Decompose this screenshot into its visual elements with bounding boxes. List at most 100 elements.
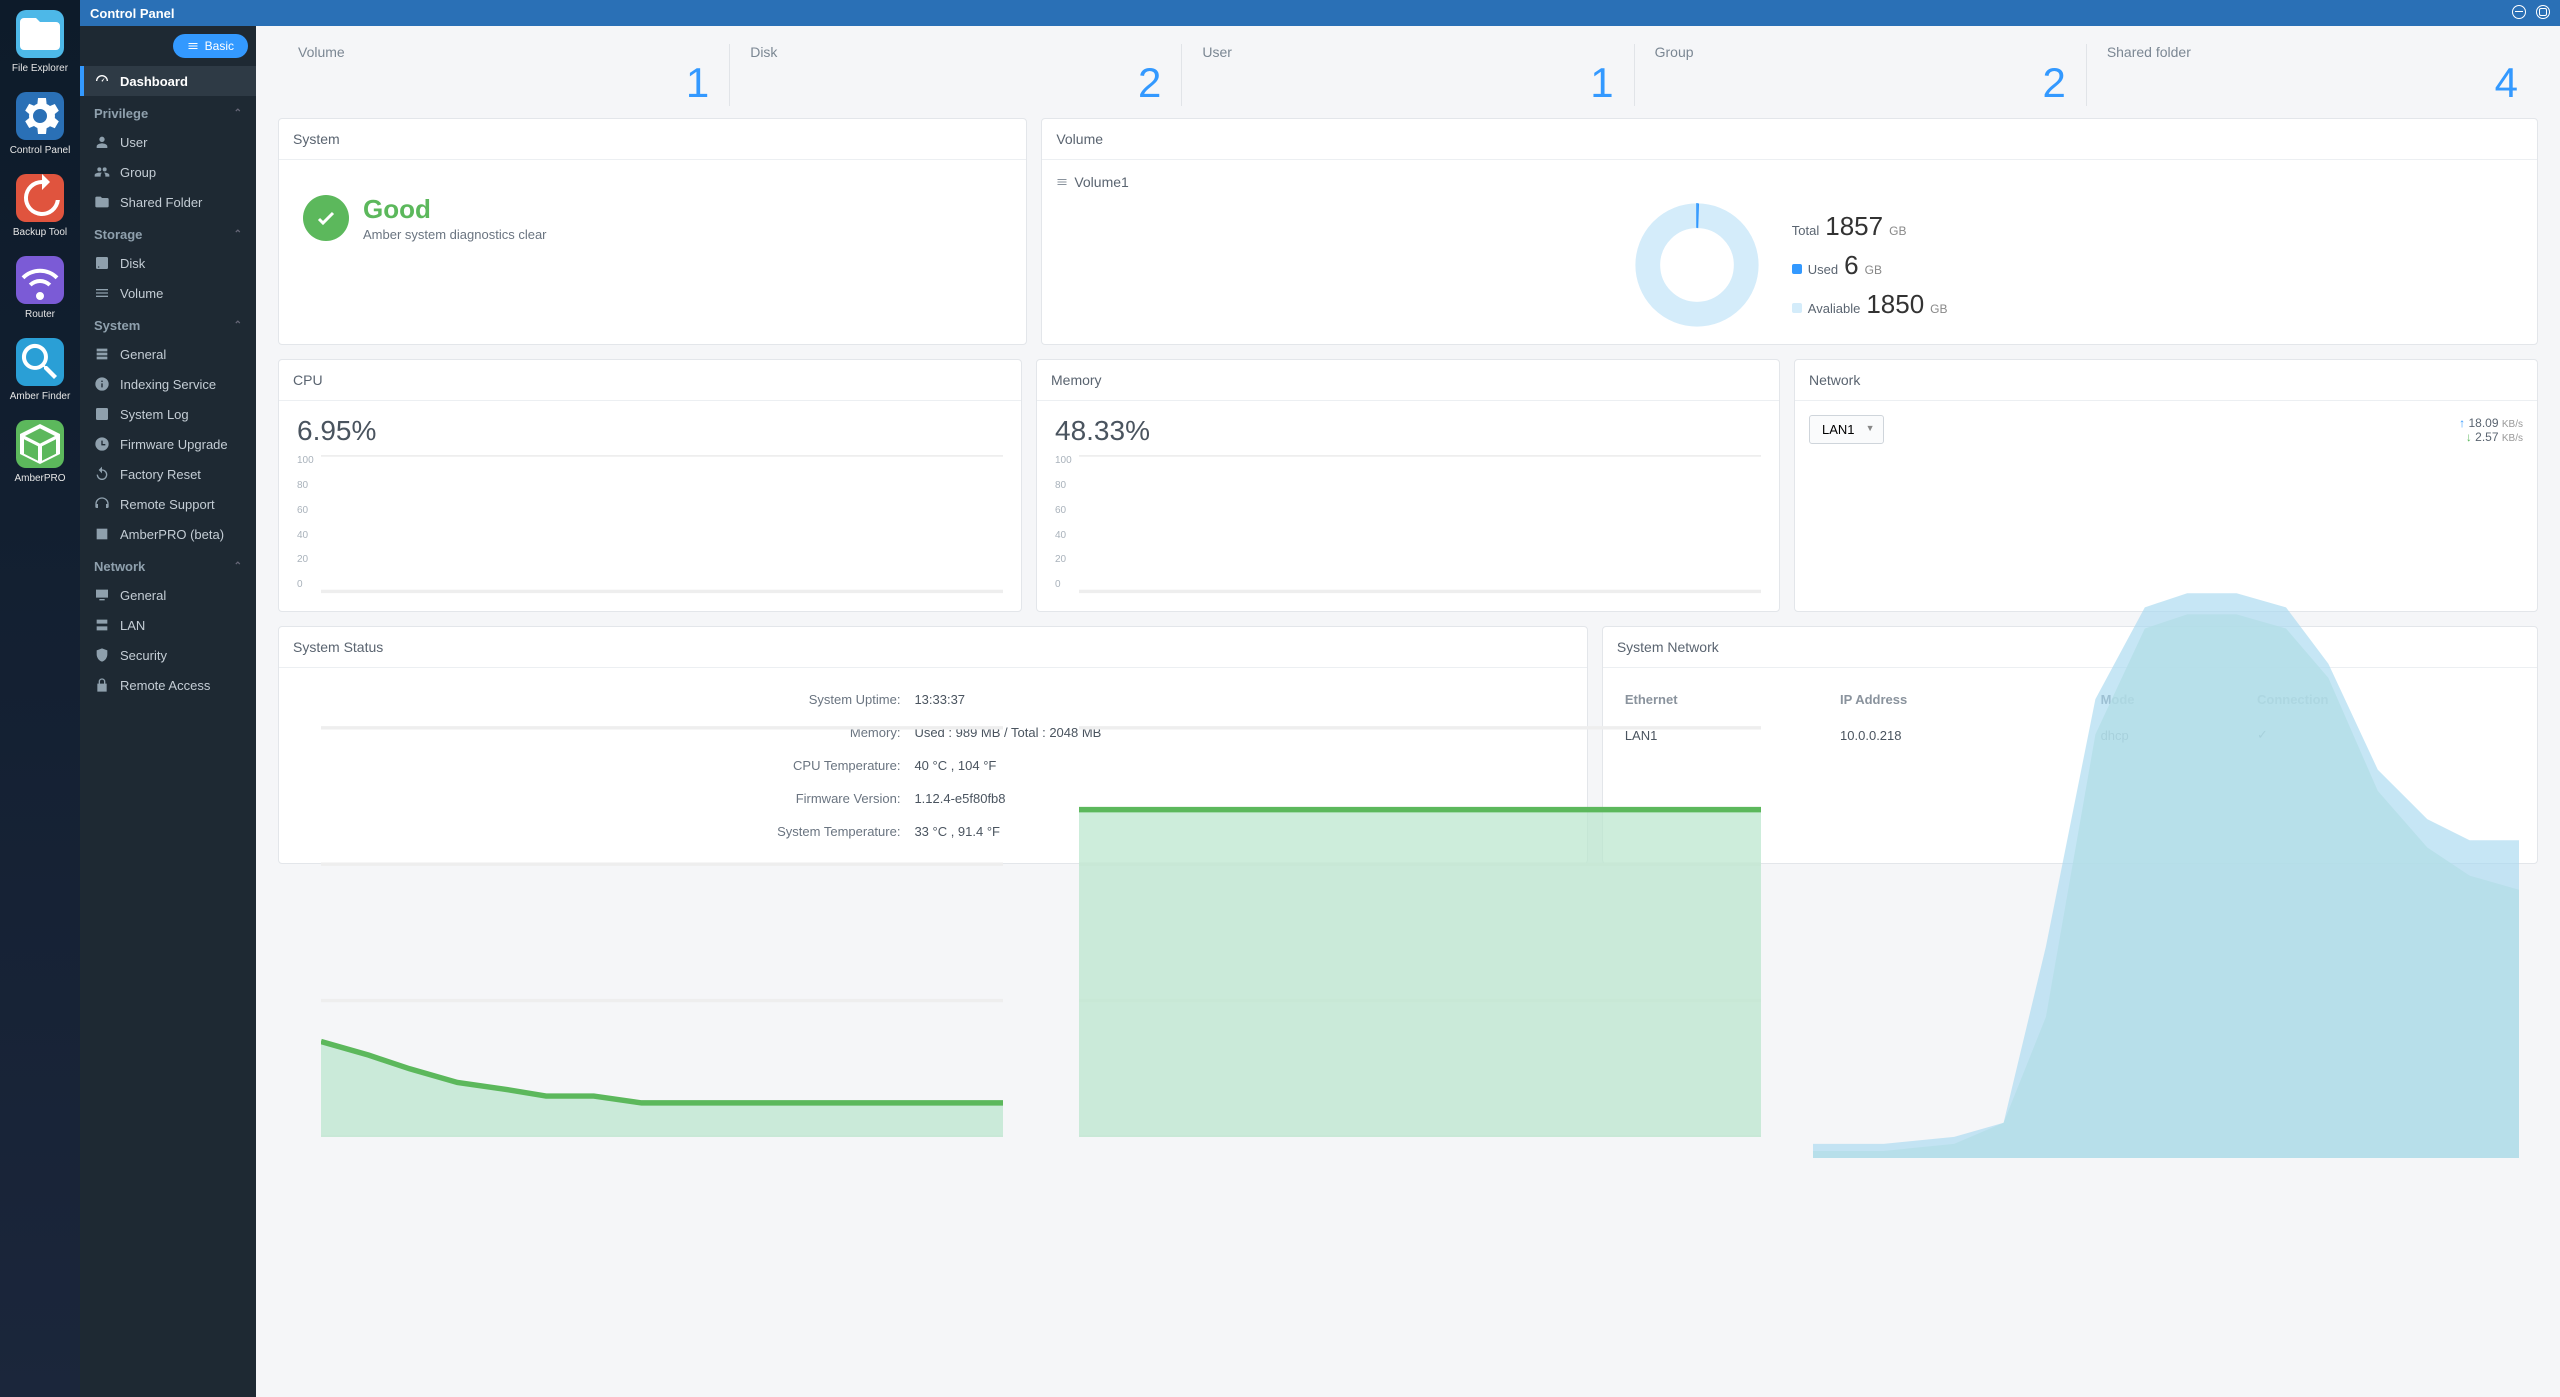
beta-icon — [94, 526, 110, 542]
reset-icon — [94, 466, 110, 482]
check-circle-icon — [303, 195, 349, 241]
dock: File Explorer Control Panel Backup Tool … — [0, 0, 80, 1397]
log-icon — [94, 406, 110, 422]
memory-card: Memory 48.33% 100806040200 — [1036, 359, 1780, 612]
sidebar-item-disk[interactable]: Disk — [80, 248, 256, 278]
clock-icon — [16, 174, 64, 222]
cpu-value: 6.95% — [293, 415, 1007, 447]
dock-item-control-panel[interactable]: Control Panel — [5, 92, 75, 156]
volume-name-row: Volume1 — [1056, 174, 2523, 190]
volume-legend: Total 1857 GB Used 6 GB Avaliable 1850 G… — [1792, 203, 1948, 328]
sidebar-item-amberpro-beta[interactable]: AmberPRO (beta) — [80, 519, 256, 549]
sidebar-item-remote-access[interactable]: Remote Access — [80, 670, 256, 700]
sidebar-section-privilege[interactable]: Privilege⌃ — [80, 96, 256, 127]
sidebar-item-user[interactable]: User — [80, 127, 256, 157]
network-chart — [1813, 452, 2519, 1158]
sidebar-item-shared-folder[interactable]: Shared Folder — [80, 187, 256, 217]
stat-volume[interactable]: Volume1 — [278, 44, 730, 106]
support-icon — [94, 496, 110, 512]
system-status-value: Good — [363, 194, 547, 225]
stat-user[interactable]: User1 — [1182, 44, 1634, 106]
shield-icon — [94, 647, 110, 663]
volume-donut-chart — [1632, 200, 1762, 330]
dock-item-router[interactable]: Router — [5, 256, 75, 320]
sidebar-section-network[interactable]: Network⌃ — [80, 549, 256, 580]
dock-label: AmberPRO — [14, 473, 65, 484]
list-icon — [1056, 176, 1068, 188]
dock-item-amberpro[interactable]: AmberPRO — [5, 420, 75, 484]
sidebar-item-dashboard[interactable]: Dashboard — [80, 66, 256, 96]
window-title: Control Panel — [90, 6, 175, 21]
sidebar-item-security[interactable]: Security — [80, 640, 256, 670]
stat-shared-folder[interactable]: Shared folder4 — [2087, 44, 2538, 106]
cpu-card: CPU 6.95% 100806040200 — [278, 359, 1022, 612]
basic-mode-label: Basic — [205, 39, 234, 53]
stats-row: Volume1 Disk2 User1 Group2 Shared folder… — [256, 26, 2560, 118]
sidebar-item-indexing[interactable]: Indexing Service — [80, 369, 256, 399]
chevron-up-icon: ⌃ — [234, 561, 242, 572]
sidebar-item-net-general[interactable]: General — [80, 580, 256, 610]
list-icon — [187, 40, 199, 52]
group-icon — [94, 164, 110, 180]
card-title: System — [279, 119, 1026, 160]
legend-swatch-used — [1792, 264, 1802, 274]
lan-icon — [94, 617, 110, 633]
dock-label: Amber Finder — [10, 391, 71, 402]
titlebar: Control Panel — [80, 0, 2560, 26]
chevron-up-icon: ⌃ — [234, 229, 242, 240]
folder-icon — [16, 10, 64, 58]
sidebar-item-remote-support[interactable]: Remote Support — [80, 489, 256, 519]
card-title: Network — [1795, 360, 2537, 401]
cpu-chart — [321, 455, 1003, 1137]
sidebar-item-lan[interactable]: LAN — [80, 610, 256, 640]
stat-group[interactable]: Group2 — [1635, 44, 2087, 106]
user-icon — [94, 134, 110, 150]
card-title: Memory — [1037, 360, 1779, 401]
legend-swatch-available — [1792, 303, 1802, 313]
card-title: Volume — [1042, 119, 2537, 160]
dock-label: File Explorer — [12, 63, 68, 74]
chart-y-axis: 100806040200 — [297, 455, 314, 590]
main-content: Volume1 Disk2 User1 Group2 Shared folder… — [256, 26, 2560, 1397]
box-icon — [16, 420, 64, 468]
chevron-up-icon: ⌃ — [234, 320, 242, 331]
sidebar-item-volume[interactable]: Volume — [80, 278, 256, 308]
network-card: Network LAN1 18.09 KB/s 2.57 KB/s — [1794, 359, 2538, 612]
sidebar-item-system-log[interactable]: System Log — [80, 399, 256, 429]
dock-item-backup-tool[interactable]: Backup Tool — [5, 174, 75, 238]
memory-value: 48.33% — [1051, 415, 1765, 447]
sidebar-item-general[interactable]: General — [80, 339, 256, 369]
wifi-icon — [16, 256, 64, 304]
window-controls — [2506, 5, 2550, 22]
indexing-icon — [94, 376, 110, 392]
memory-chart — [1079, 455, 1761, 1137]
sidebar-section-storage[interactable]: Storage⌃ — [80, 217, 256, 248]
minimize-icon[interactable] — [2512, 5, 2526, 19]
system-status-subtitle: Amber system diagnostics clear — [363, 227, 547, 242]
sidebar-item-firmware[interactable]: Firmware Upgrade — [80, 429, 256, 459]
dock-label: Backup Tool — [13, 227, 67, 238]
monitor-icon — [94, 587, 110, 603]
sidebar: Basic Dashboard Privilege⌃ User Group Sh… — [80, 26, 256, 1397]
sidebar-item-group[interactable]: Group — [80, 157, 256, 187]
sidebar-section-system[interactable]: System⌃ — [80, 308, 256, 339]
lan-select[interactable]: LAN1 — [1809, 415, 1884, 444]
volume-card: Volume Volume1 — [1041, 118, 2538, 345]
system-card: System Good Amber system diagnostics cle… — [278, 118, 1027, 345]
dock-item-amber-finder[interactable]: Amber Finder — [5, 338, 75, 402]
search-icon — [16, 338, 64, 386]
remote-icon — [94, 677, 110, 693]
stat-disk[interactable]: Disk2 — [730, 44, 1182, 106]
maximize-icon[interactable] — [2536, 5, 2550, 19]
dock-label: Router — [25, 309, 55, 320]
dock-item-file-explorer[interactable]: File Explorer — [5, 10, 75, 74]
dock-label: Control Panel — [10, 145, 71, 156]
firmware-icon — [94, 436, 110, 452]
general-icon — [94, 346, 110, 362]
chart-y-axis: 100806040200 — [1055, 455, 1072, 590]
basic-mode-button[interactable]: Basic — [173, 34, 248, 58]
sidebar-item-factory-reset[interactable]: Factory Reset — [80, 459, 256, 489]
shared-folder-icon — [94, 194, 110, 210]
card-title: CPU — [279, 360, 1021, 401]
sidebar-item-label: Dashboard — [120, 74, 188, 89]
